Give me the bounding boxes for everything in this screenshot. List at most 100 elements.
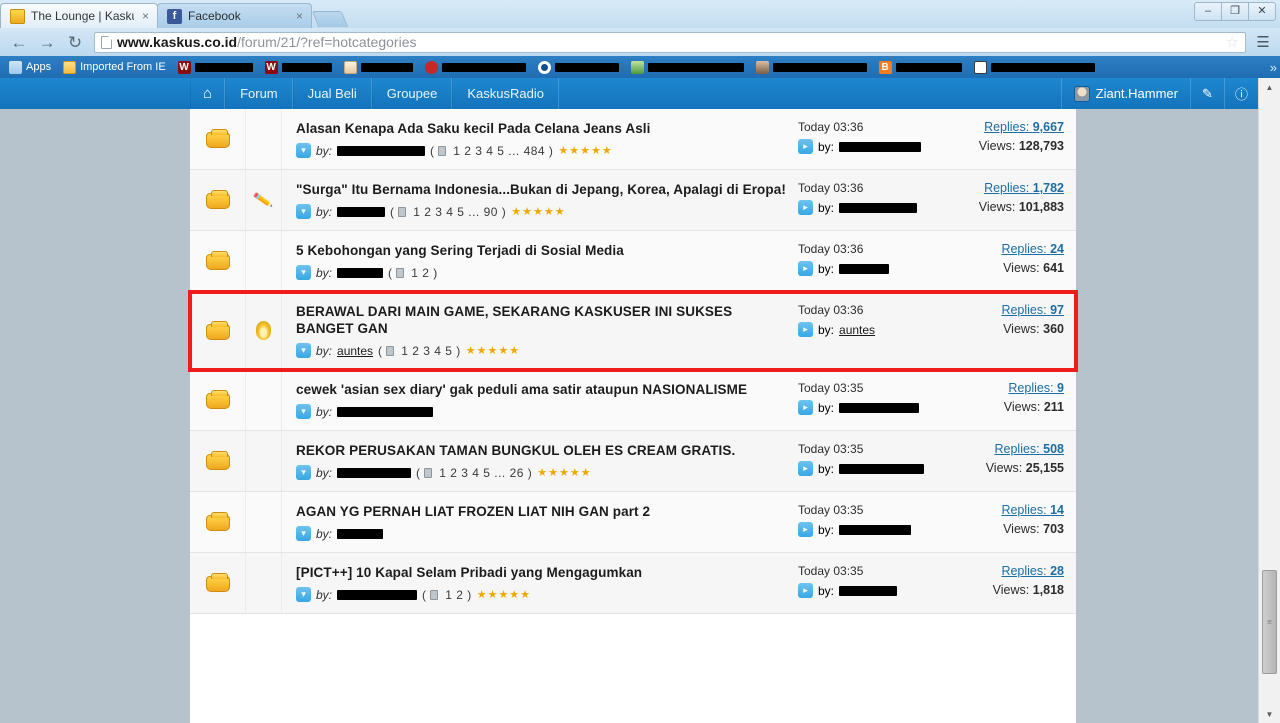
close-window-icon[interactable]: ✕ <box>1248 2 1276 21</box>
minimize-icon[interactable]: – <box>1194 2 1222 21</box>
thread-page-links[interactable]: ( 1 2 3 4 5 ... 90 ) <box>390 205 506 219</box>
site-nav-groupee[interactable]: Groupee <box>371 78 453 109</box>
address-bar[interactable]: www.kaskus.co.id/forum/21/?ref=hotcatego… <box>94 31 1246 53</box>
replies-count: 1,782 <box>1032 181 1064 195</box>
thread-row[interactable]: BERAWAL DARI MAIN GAME, SEKARANG KASKUSE… <box>188 290 1078 372</box>
user-menu[interactable]: Ziant.Hammer <box>1060 78 1190 109</box>
chevron-down-icon[interactable]: ▾ <box>296 265 311 280</box>
thread-page-links[interactable]: ( 1 2 3 4 5 ... 26 ) <box>416 466 532 480</box>
bookmark-item-0[interactable]: Apps <box>4 58 56 76</box>
replies-link[interactable]: Replies: 28 <box>928 564 1064 578</box>
tab-facebook[interactable]: f Facebook × <box>157 3 312 28</box>
thread-title-link[interactable]: "Surga" Itu Bernama Indonesia...Bukan di… <box>296 181 788 198</box>
chevron-down-icon[interactable]: ▾ <box>296 143 311 158</box>
bookmark-item-2[interactable]: W <box>173 58 258 76</box>
chevron-down-icon[interactable]: ▾ <box>296 526 311 541</box>
chevron-down-icon[interactable]: ▾ <box>296 204 311 219</box>
thread-author-redacted <box>337 267 384 278</box>
thread-page-links[interactable]: ( 1 2 ) <box>388 266 438 280</box>
bookmark-item-7[interactable] <box>626 58 749 76</box>
new-tab-button[interactable] <box>311 11 349 27</box>
thread-row[interactable]: cewek 'asian sex diary' gak peduli ama s… <box>190 370 1076 431</box>
tab-close-icon[interactable]: × <box>142 9 149 23</box>
thread-title-link[interactable]: [PICT++] 10 Kapal Selam Pribadi yang Men… <box>296 564 788 581</box>
bookmarks-overflow-icon[interactable]: » <box>1270 60 1277 75</box>
goto-last-post-icon[interactable]: ▸ <box>798 522 813 537</box>
last-post-by-label: by: <box>818 261 835 276</box>
site-navbar: ⌂ Forum Jual Beli Groupee KaskusRadio Zi… <box>0 78 1258 109</box>
site-nav-kaskusradio[interactable]: KaskusRadio <box>452 78 559 109</box>
thread-row[interactable]: REKOR PERUSAKAN TAMAN BUNGKUL OLEH ES CR… <box>190 431 1076 492</box>
thread-title-link[interactable]: REKOR PERUSAKAN TAMAN BUNGKUL OLEH ES CR… <box>296 442 788 459</box>
thread-page-links[interactable]: ( 1 2 3 4 5 ... 484 ) <box>430 144 553 158</box>
bookmark-item-8[interactable] <box>751 58 872 76</box>
thread-row[interactable]: ✏️ "Surga" Itu Bernama Indonesia...Bukan … <box>190 170 1076 231</box>
replies-count: 9 <box>1057 381 1064 395</box>
tab-kaskus[interactable]: The Lounge | Kaskus - T × <box>0 3 158 28</box>
bookmark-item-3[interactable]: W <box>260 58 337 76</box>
tab-close-icon[interactable]: × <box>296 9 303 23</box>
site-nav-left: ⌂ Forum Jual Beli Groupee KaskusRadio <box>190 78 559 109</box>
site-nav-forum[interactable]: Forum <box>225 78 293 109</box>
thread-title-link[interactable]: 5 Kebohongan yang Sering Terjadi di Sosi… <box>296 242 788 259</box>
replies-link[interactable]: Replies: 1,782 <box>928 181 1064 195</box>
help-icon[interactable]: ⓘ <box>1224 78 1258 109</box>
thread-page-links[interactable]: ( 1 2 ) <box>422 588 472 602</box>
goto-last-post-icon[interactable]: ▸ <box>798 400 813 415</box>
last-post-cell: Today 03:36 ▸ by: auntes <box>798 292 928 369</box>
replies-link[interactable]: Replies: 14 <box>928 503 1064 517</box>
site-nav-jual-beli[interactable]: Jual Beli <box>292 78 372 109</box>
thread-page-links[interactable]: ( 1 2 3 4 5 ) <box>378 344 461 358</box>
goto-last-post-icon[interactable]: ▸ <box>798 322 813 337</box>
bookmark-item-6[interactable] <box>533 58 624 76</box>
maximize-icon[interactable]: ❐ <box>1221 2 1249 21</box>
thread-row[interactable]: Alasan Kenapa Ada Saku kecil Pada Celana… <box>190 109 1076 170</box>
bookmark-item-1[interactable]: Imported From IE <box>58 58 171 76</box>
goto-last-post-icon[interactable]: ▸ <box>798 200 813 215</box>
scrollbar-thumb[interactable]: ≡ <box>1262 570 1277 674</box>
page-viewport: ⌂ Forum Jual Beli Groupee KaskusRadio Zi… <box>0 78 1280 723</box>
thread-title-link[interactable]: AGAN YG PERNAH LIAT FROZEN LIAT NIH GAN … <box>296 503 788 520</box>
last-post-author-row: ▸ by: <box>798 139 924 154</box>
reload-icon[interactable]: ↻ <box>62 30 88 54</box>
scroll-down-icon[interactable]: ▼ <box>1259 705 1280 723</box>
chevron-down-icon[interactable]: ▾ <box>296 587 311 602</box>
forward-icon[interactable]: → <box>34 30 60 54</box>
back-icon[interactable]: ← <box>6 30 32 54</box>
bookmark-item-10[interactable]: ✉ <box>969 58 1100 76</box>
home-icon[interactable]: ⌂ <box>190 78 226 109</box>
bookmark-item-5[interactable] <box>420 58 531 76</box>
chevron-down-icon[interactable]: ▾ <box>296 343 311 358</box>
thread-row[interactable]: [PICT++] 10 Kapal Selam Pribadi yang Men… <box>190 553 1076 614</box>
thread-author-link[interactable]: auntes <box>337 344 373 358</box>
goto-last-post-icon[interactable]: ▸ <box>798 261 813 276</box>
bookmark-item-4[interactable] <box>339 58 418 76</box>
pencil-icon[interactable]: ✎ <box>1190 78 1224 109</box>
thread-title-link[interactable]: BERAWAL DARI MAIN GAME, SEKARANG KASKUSE… <box>296 303 788 337</box>
bookmark-item-9[interactable]: B <box>874 58 967 76</box>
goto-last-post-icon[interactable]: ▸ <box>798 461 813 476</box>
kaskus-favicon-icon <box>10 8 25 24</box>
thread-title-link[interactable]: cewek 'asian sex diary' gak peduli ama s… <box>296 381 788 398</box>
vertical-scrollbar[interactable]: ▲ ≡ ▼ <box>1258 78 1280 723</box>
thread-row[interactable]: AGAN YG PERNAH LIAT FROZEN LIAT NIH GAN … <box>190 492 1076 553</box>
scroll-up-icon[interactable]: ▲ <box>1259 78 1280 96</box>
bookmark-star-icon[interactable]: ☆ <box>1226 33 1239 51</box>
goto-last-post-icon[interactable]: ▸ <box>798 583 813 598</box>
thread-row[interactable]: 5 Kebohongan yang Sering Terjadi di Sosi… <box>190 231 1076 292</box>
photo-icon <box>343 60 357 74</box>
chevron-down-icon[interactable]: ▾ <box>296 404 311 419</box>
replies-count: 97 <box>1050 303 1064 317</box>
goto-last-post-icon[interactable]: ▸ <box>798 139 813 154</box>
chrome-menu-icon[interactable]: ☰ <box>1252 33 1274 51</box>
replies-link[interactable]: Replies: 508 <box>928 442 1064 456</box>
chevron-down-icon[interactable]: ▾ <box>296 465 311 480</box>
replies-link[interactable]: Replies: 24 <box>928 242 1064 256</box>
replies-link[interactable]: Replies: 9 <box>928 381 1064 395</box>
wikipedia-w-icon: W <box>264 60 278 74</box>
last-post-author-link[interactable]: auntes <box>839 323 875 337</box>
replies-link[interactable]: Replies: 97 <box>928 303 1064 317</box>
replies-link[interactable]: Replies: 9,667 <box>928 120 1064 134</box>
thread-status-cell <box>190 292 246 369</box>
thread-title-link[interactable]: Alasan Kenapa Ada Saku kecil Pada Celana… <box>296 120 788 137</box>
